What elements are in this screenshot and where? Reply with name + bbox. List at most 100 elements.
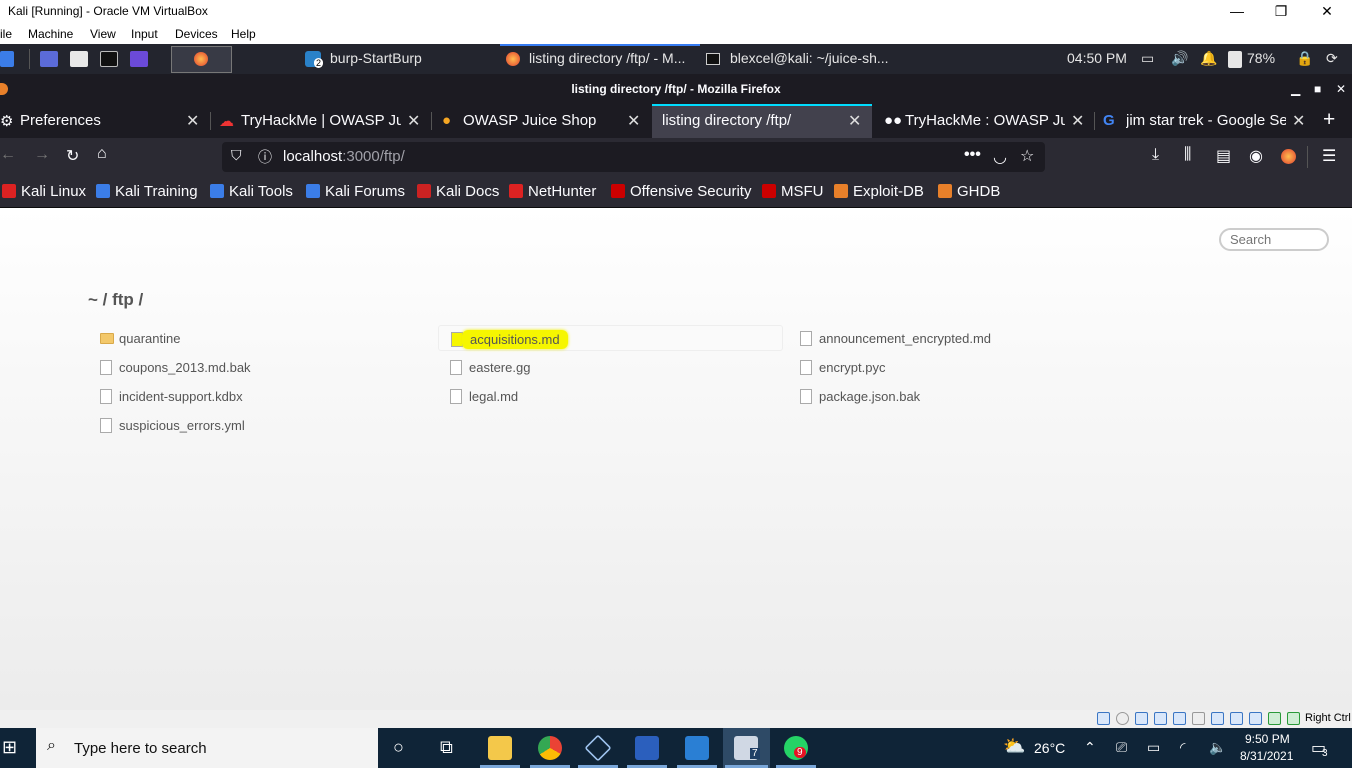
menu-help[interactable]: Help [231,27,256,41]
bookmark-ghdb[interactable]: GHDB [938,183,1000,200]
file-item-package-json[interactable]: package.json.bak [788,383,1133,409]
tab-tryhackme-2[interactable]: ●● TryHackMe : OWASP Jui ✕ [874,104,1094,138]
workspace-icon[interactable] [40,51,58,67]
terminal-icon[interactable] [100,51,118,67]
menu-view[interactable]: View [90,27,116,41]
ff-minimize-icon[interactable]: ▁ [1291,74,1300,104]
file-explorer-icon[interactable] [488,736,512,760]
firefox-launcher[interactable] [171,46,232,73]
file-item-coupons[interactable]: coupons_2013.md.bak [88,354,433,380]
hamburger-menu-icon[interactable]: ☰ [1322,146,1336,166]
tab-preferences[interactable]: ⚙ Preferences ✕ [0,104,210,138]
bookmark-star-icon[interactable]: ☆ [1020,146,1034,166]
menu-input[interactable]: Input [131,27,158,41]
virtualbox-icon[interactable] [584,734,612,762]
lock-icon[interactable]: 🔒 [1296,50,1313,67]
recording-icon[interactable] [1230,712,1243,725]
taskbar-time[interactable]: 9:50 PM [1245,732,1290,746]
page-actions-icon[interactable]: ••• [964,146,981,164]
notification-bell-icon[interactable]: 🔔 [1200,50,1217,67]
close-tab-icon[interactable]: ✕ [1071,111,1084,131]
ff-maximize-icon[interactable]: ■ [1314,74,1321,104]
extension-icon[interactable] [1281,149,1296,164]
cortana-icon[interactable]: ○ [393,737,404,758]
cpu-icon[interactable] [1249,712,1262,725]
mouse-integration-icon[interactable] [1287,712,1300,725]
volume-icon[interactable]: 🔊 [1171,50,1188,67]
usb-icon[interactable] [1173,712,1186,725]
close-tab-icon[interactable]: ✕ [186,111,199,131]
bookmark-msfu[interactable]: MSFU [762,183,824,200]
weather-icon[interactable]: ⛅ [1003,736,1025,757]
close-tab-icon[interactable]: ✕ [627,111,640,131]
sidebar-icon[interactable]: ▤ [1216,146,1231,166]
minimize-button[interactable]: — [1214,0,1260,23]
windows-search-box[interactable]: ⌕ Type here to search [36,728,378,768]
maximize-button[interactable]: ❐ [1258,0,1304,23]
account-icon[interactable]: ◉ [1249,146,1263,166]
weather-temp[interactable]: 26°C [1034,740,1065,756]
optical-drive-icon[interactable] [1116,712,1129,725]
bookmark-nethunter[interactable]: NetHunter [509,183,596,200]
info-icon[interactable]: ⓘ [258,147,272,167]
bookmark-kali-docs[interactable]: Kali Docs [417,183,499,200]
shared-folder-icon[interactable] [1192,712,1205,725]
windows-start-icon[interactable]: ⊞ [2,737,17,758]
bookmark-exploit-db[interactable]: Exploit-DB [834,183,924,200]
file-item-suspicious-errors[interactable]: suspicious_errors.yml [88,412,433,438]
search-input[interactable] [1219,228,1329,251]
audio-icon[interactable] [1135,712,1148,725]
back-icon[interactable]: ← [0,146,16,164]
hdd-icon[interactable] [1097,712,1110,725]
library-icon[interactable]: ⫼ [1184,146,1191,164]
menu-devices[interactable]: Devices [175,27,218,41]
task-burp[interactable]: burp-StartBurp [330,50,422,66]
bookmark-kali-linux[interactable]: Kali Linux [2,183,86,200]
file-item-acquisitions[interactable]: acquisitions.md [438,325,783,351]
bookmark-kali-training[interactable]: Kali Training [96,183,198,200]
file-item-legal[interactable]: legal.md [438,383,783,409]
menu-machine[interactable]: Machine [28,27,73,41]
new-tab-icon[interactable]: + [1323,108,1335,132]
bookmark-kali-forums[interactable]: Kali Forums [306,183,405,200]
meet-now-icon[interactable]: ⎚ [1116,739,1127,756]
photos-icon[interactable] [685,736,709,760]
display-icon[interactable]: ▭ [1141,50,1154,67]
taskbar-date[interactable]: 8/31/2021 [1240,749,1293,763]
battery-icon[interactable]: ▭ [1147,739,1160,756]
close-button[interactable]: ✕ [1304,0,1350,23]
downloads-icon[interactable]: ⤓ [1152,146,1159,164]
guest-additions-icon[interactable] [1268,712,1281,725]
reload-icon[interactable]: ↻ [66,146,79,166]
close-tab-icon[interactable]: ✕ [407,111,420,131]
wifi-icon[interactable]: ◜ [1180,739,1185,756]
panel-clock[interactable]: 04:50 PM [1067,50,1127,66]
chevron-up-icon[interactable]: ⌃ [1084,739,1096,756]
file-item-encrypt[interactable]: encrypt.pyc [788,354,1133,380]
bookmark-kali-tools[interactable]: Kali Tools [210,183,293,200]
file-manager-icon[interactable] [70,51,88,67]
power-icon[interactable]: ⟳ [1326,50,1338,67]
file-item-quarantine[interactable]: quarantine [88,325,433,351]
bookmark-offensive-security[interactable]: Offensive Security [611,183,751,200]
menu-file[interactable]: ile [0,27,12,41]
tab-tryhackme-1[interactable]: ☁ TryHackMe | OWASP Jui ✕ [211,104,431,138]
screen-recorder-icon[interactable] [130,51,148,67]
word-icon[interactable] [635,736,659,760]
task-terminal[interactable]: blexcel@kali: ~/juice-sh... [730,50,889,66]
tab-google[interactable]: G jim star trek - Google Se ✕ [1095,104,1315,138]
tab-juice-shop[interactable]: ● OWASP Juice Shop ✕ [432,104,650,138]
url-bar[interactable]: ⛉ ⓘ localhost:3000/ftp/ ••• ◡ ☆ [222,142,1045,172]
file-item-announcement[interactable]: announcement_encrypted.md [788,325,1133,351]
shield-icon[interactable]: ⛉ [231,147,242,164]
close-tab-icon[interactable]: ✕ [848,111,861,131]
battery-icon[interactable] [1228,51,1242,68]
kali-menu-icon[interactable] [0,51,14,67]
forward-icon[interactable]: → [34,146,50,164]
chrome-icon[interactable] [538,736,562,760]
close-tab-icon[interactable]: ✕ [1292,111,1305,131]
home-icon[interactable]: ⌂ [97,145,107,163]
display-icon[interactable] [1211,712,1224,725]
tab-listing-ftp[interactable]: listing directory /ftp/ ✕ [652,104,872,138]
file-item-incident-support[interactable]: incident-support.kdbx [88,383,433,409]
